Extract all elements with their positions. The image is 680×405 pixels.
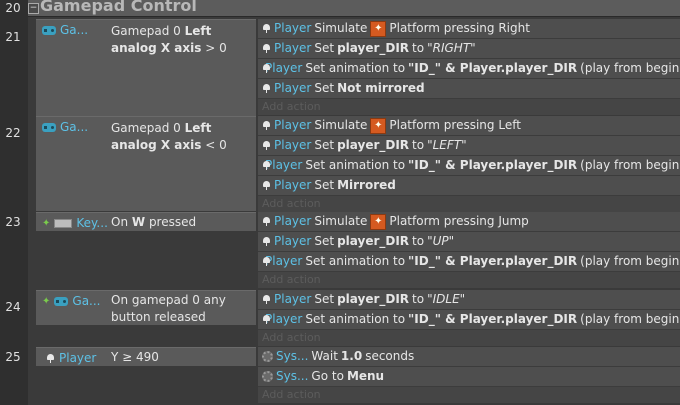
add-action-button[interactable]: Add action — [258, 99, 680, 115]
event-25[interactable]: Player Y ≥ 490 Sys... Wait 1.0 seconds Sy… — [28, 347, 680, 405]
action-row[interactable]: Player Set player_DIR to "RIGHT" — [258, 39, 680, 59]
trigger-star-icon: ✦ — [42, 217, 51, 229]
sprite-icon — [262, 24, 271, 33]
condition-object-name: Key... — [76, 216, 108, 230]
action-row[interactable]: Player Simulate ✦ Platform pressing Left — [258, 116, 680, 136]
action-row[interactable]: Player Set animation to "ID_" & Player.pl… — [258, 252, 680, 272]
platform-behavior-icon: ✦ — [370, 213, 387, 230]
condition-block[interactable]: ✦ Ga... On gamepad 0 any button released — [36, 290, 256, 325]
event-22[interactable]: Ga... Gamepad 0 Left analog X axis < 0 P… — [28, 116, 680, 212]
sprite-icon — [262, 44, 271, 53]
action-row[interactable]: Player Set animation to "ID_" & Player.pl… — [258, 156, 680, 176]
action-row[interactable]: Sys... Go to Menu — [258, 367, 680, 387]
row-number: 22 — [5, 126, 21, 140]
gamepad-icon — [42, 122, 56, 132]
gamepad-icon — [54, 296, 69, 306]
add-action-button[interactable]: Add action — [258, 330, 680, 346]
event-21[interactable]: Ga... Gamepad 0 Left analog X axis > 0 P… — [28, 19, 680, 116]
platform-behavior-icon: ✦ — [370, 117, 387, 134]
sprite-icon — [262, 181, 271, 190]
condition-block[interactable]: Player Y ≥ 490 — [36, 347, 256, 366]
sprite-icon — [262, 217, 271, 226]
gamepad-icon — [42, 25, 56, 35]
condition-object[interactable]: ✦ Ga... — [42, 294, 101, 308]
collapse-toggle-icon[interactable]: − — [28, 3, 39, 14]
condition-text: On W pressed — [111, 215, 197, 229]
actions-block: Player Simulate ✦ Platform pressing Left P… — [258, 116, 680, 212]
action-row[interactable]: Player Set Mirrored — [258, 176, 680, 196]
condition-object-name: Player — [59, 351, 97, 365]
condition-block[interactable]: Ga... Gamepad 0 Left analog X axis > 0 — [36, 19, 256, 116]
sprite-icon — [262, 237, 271, 246]
condition-text: Y ≥ 490 — [111, 350, 159, 364]
row-number: 24 — [5, 300, 21, 314]
group-title: Gamepad Control — [40, 0, 197, 15]
action-row[interactable]: Player Set animation to "ID_" & Player.pl… — [258, 310, 680, 330]
platform-behavior-icon: ✦ — [370, 20, 387, 37]
sprite-icon — [262, 295, 271, 304]
condition-text: Gamepad 0 Left analog X axis < 0 — [111, 121, 227, 152]
action-row[interactable]: Player Simulate ✦ Platform pressing Right — [258, 19, 680, 39]
actions-block: Sys... Wait 1.0 seconds Sys... Go to Menu … — [258, 347, 680, 403]
action-row[interactable]: Player Set Not mirrored — [258, 79, 680, 99]
row-number: 20 — [5, 1, 21, 15]
actions-block: Player Simulate ✦ Platform pressing Jump P… — [258, 212, 680, 288]
condition-object[interactable]: ✦ Key... — [42, 216, 108, 230]
condition-object-name: Ga... — [60, 120, 89, 134]
trigger-star-icon: ✦ — [42, 295, 51, 307]
condition-object[interactable]: Ga... — [42, 23, 88, 37]
keyboard-icon — [54, 218, 73, 228]
sprite-icon — [46, 353, 55, 363]
action-row[interactable]: Player Set player_DIR to "UP" — [258, 232, 680, 252]
condition-object-name: Ga... — [60, 23, 89, 37]
condition-text: On gamepad 0 any button released — [111, 293, 226, 324]
row-number: 21 — [5, 30, 21, 44]
event-24[interactable]: ✦ Ga... On gamepad 0 any button released… — [28, 290, 680, 346]
action-row[interactable]: Player Set player_DIR to "IDLE" — [258, 290, 680, 310]
row-number: 25 — [5, 350, 21, 364]
group-header[interactable]: − Gamepad Control — [28, 0, 680, 17]
add-action-button[interactable]: Add action — [258, 387, 680, 403]
add-action-button[interactable]: Add action — [258, 196, 680, 212]
condition-object[interactable]: Ga... — [42, 120, 88, 134]
row-number: 23 — [5, 215, 21, 229]
actions-block: Player Simulate ✦ Platform pressing Right … — [258, 19, 680, 115]
action-row[interactable]: Player Set animation to "ID_" & Player.pl… — [258, 59, 680, 79]
action-row[interactable]: Player Set player_DIR to "LEFT" — [258, 136, 680, 156]
sprite-icon — [262, 84, 271, 93]
action-row[interactable]: Player Simulate ✦ Platform pressing Jump — [258, 212, 680, 232]
add-action-button[interactable]: Add action — [258, 272, 680, 288]
condition-object[interactable]: Player — [46, 351, 96, 365]
system-gear-icon — [262, 351, 273, 362]
condition-text: Gamepad 0 Left analog X axis > 0 — [111, 24, 227, 55]
condition-block[interactable]: Ga... Gamepad 0 Left analog X axis < 0 — [36, 116, 256, 211]
condition-object-name: Ga... — [72, 294, 101, 308]
system-gear-icon — [262, 371, 273, 382]
row-number-gutter — [0, 0, 28, 405]
event-23[interactable]: ✦ Key... On W pressed Player Simulate ✦ Pl… — [28, 212, 680, 288]
actions-block: Player Set player_DIR to "IDLE" Player Set… — [258, 290, 680, 346]
sprite-icon — [262, 141, 271, 150]
sprite-icon — [262, 121, 271, 130]
action-row[interactable]: Sys... Wait 1.0 seconds — [258, 347, 680, 367]
condition-block[interactable]: ✦ Key... On W pressed — [36, 212, 256, 231]
